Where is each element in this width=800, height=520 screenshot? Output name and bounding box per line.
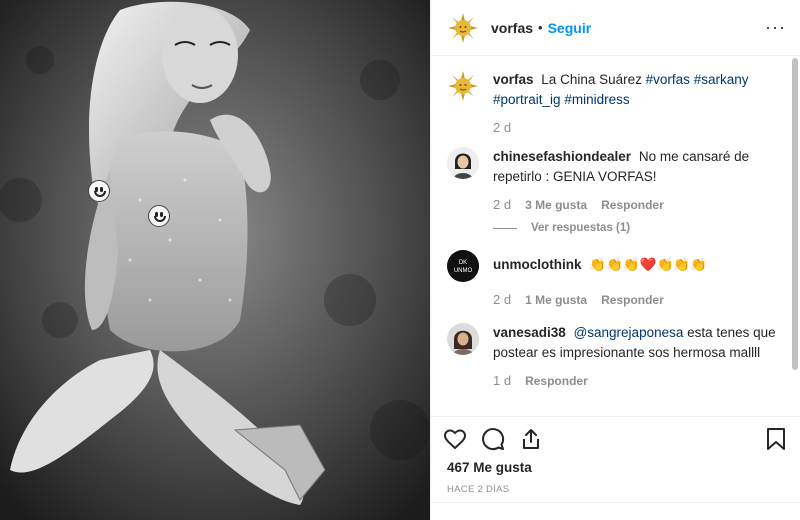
comment-username[interactable]: unmoclothink xyxy=(493,257,582,272)
caption-body: La China Suárez xyxy=(541,72,642,87)
post-date[interactable]: HACE 2 DÍAS xyxy=(431,478,800,502)
hashtag-link[interactable]: #minidress xyxy=(564,92,629,107)
caption: vorfas La China Suárez #vorfas #sarkany … xyxy=(447,70,784,110)
comments-list: vorfas La China Suárez #vorfas #sarkany … xyxy=(431,56,800,416)
post-actions-bar xyxy=(431,416,800,460)
comment-meta: 2 d 1 Me gusta Responder xyxy=(493,292,784,307)
view-replies-button[interactable]: Ver respuestas (1) xyxy=(493,222,784,234)
comment-text: unmoclothink 👏👏👏❤️👏👏👏 xyxy=(493,250,784,282)
unmo-logo-icon: DK UNMO xyxy=(447,250,479,282)
share-icon[interactable] xyxy=(519,427,543,451)
hashtag-link[interactable]: #vorfas xyxy=(646,72,690,87)
sun-logo-icon xyxy=(447,11,479,44)
timestamp[interactable]: 2 d xyxy=(493,197,511,212)
comment-item: vanesadi38 @sangrejaponesa esta tenes qu… xyxy=(447,323,784,363)
timestamp[interactable]: 2 d xyxy=(493,292,511,307)
avatar[interactable]: DK UNMO xyxy=(447,250,479,282)
heart-icon[interactable] xyxy=(443,427,467,451)
mention-link[interactable]: @sangrejaponesa xyxy=(574,325,684,340)
avatar[interactable] xyxy=(447,147,479,179)
comment-meta: 1 d Responder xyxy=(493,373,784,388)
instagram-post-viewer: vorfas • Seguir ··· vorfas La China Suár… xyxy=(0,0,800,520)
avatar[interactable] xyxy=(447,11,479,44)
comment-username[interactable]: chinesefashiondealer xyxy=(493,149,631,164)
caption-meta: 2 d xyxy=(493,120,784,135)
follow-button[interactable]: Seguir xyxy=(548,20,592,36)
avatar[interactable] xyxy=(447,70,479,102)
add-comment-area[interactable] xyxy=(431,502,800,520)
sun-logo-icon xyxy=(447,70,479,102)
comment-username[interactable]: vorfas xyxy=(493,72,534,87)
svg-text:UNMO: UNMO xyxy=(454,268,473,274)
comment-text: chinesefashiondealer No me cansaré de re… xyxy=(493,147,784,187)
post-photo[interactable] xyxy=(0,0,430,520)
header-username[interactable]: vorfas xyxy=(491,20,533,36)
reply-button[interactable]: Responder xyxy=(525,374,588,388)
comment-item: chinesefashiondealer No me cansaré de re… xyxy=(447,147,784,187)
reply-button[interactable]: Responder xyxy=(601,198,664,212)
svg-text:DK: DK xyxy=(459,260,467,266)
view-replies-label: Ver respuestas (1) xyxy=(531,222,631,234)
likes-count[interactable]: 1 Me gusta xyxy=(525,293,587,307)
more-options-icon[interactable]: ··· xyxy=(765,17,786,38)
user-avatar-icon xyxy=(447,147,479,179)
user-avatar-icon xyxy=(447,323,479,355)
hashtag-link[interactable]: #sarkany xyxy=(694,72,749,87)
reply-button[interactable]: Responder xyxy=(601,293,664,307)
bookmark-icon[interactable] xyxy=(764,427,788,451)
post-header: vorfas • Seguir ··· xyxy=(431,0,800,56)
post-details-panel: vorfas • Seguir ··· vorfas La China Suár… xyxy=(430,0,800,520)
comment-body: 👏👏👏❤️👏👏👏 xyxy=(589,257,707,272)
likes-count[interactable]: 3 Me gusta xyxy=(525,198,587,212)
timestamp[interactable]: 2 d xyxy=(493,120,511,135)
timestamp[interactable]: 1 d xyxy=(493,373,511,388)
comment-icon[interactable] xyxy=(481,427,505,451)
scrollbar[interactable] xyxy=(792,58,798,370)
photo-illustration xyxy=(0,0,430,520)
likes-total[interactable]: 467 Me gusta xyxy=(431,460,800,478)
separator-dot: • xyxy=(538,20,543,35)
comment-text: vanesadi38 @sangrejaponesa esta tenes qu… xyxy=(493,323,784,363)
comment-item: DK UNMO unmoclothink 👏👏👏❤️👏👏👏 xyxy=(447,250,784,282)
smiley-sticker-icon xyxy=(148,205,170,227)
avatar[interactable] xyxy=(447,323,479,355)
comment-meta: 2 d 3 Me gusta Responder xyxy=(493,197,784,212)
caption-text: vorfas La China Suárez #vorfas #sarkany … xyxy=(493,70,784,110)
comment-username[interactable]: vanesadi38 xyxy=(493,325,566,340)
hashtag-link[interactable]: #portrait_ig xyxy=(493,92,561,107)
divider xyxy=(493,227,517,229)
smiley-sticker-icon xyxy=(88,180,110,202)
